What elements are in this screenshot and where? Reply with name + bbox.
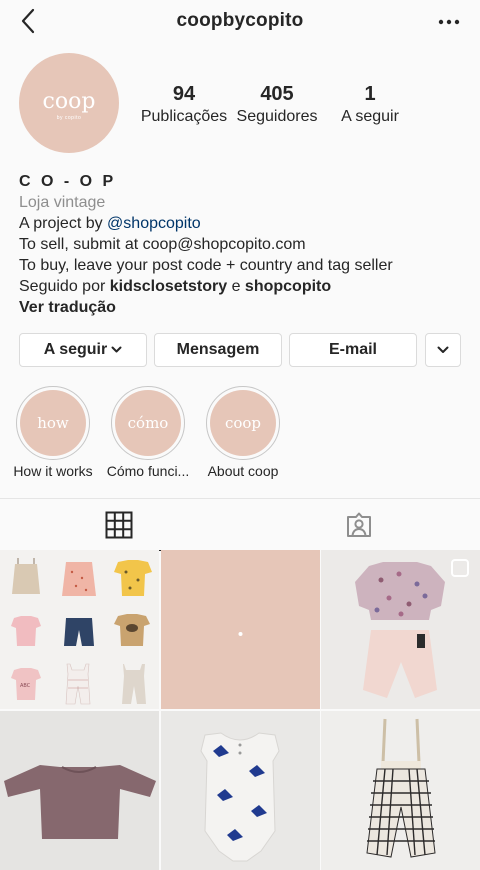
suggested-accounts-button[interactable] <box>425 333 461 367</box>
following-button[interactable]: A seguir <box>19 333 147 367</box>
highlight-ring: how <box>16 386 90 460</box>
followers-count-value: 405 <box>260 83 294 105</box>
following-count-value: 1 <box>364 83 376 105</box>
followed-by-user-2: shopcopito <box>244 278 332 295</box>
highlight-how-it-works[interactable]: how How it works <box>5 386 101 479</box>
profile-display-name: C O - O P <box>19 173 117 190</box>
chevron-down-icon <box>437 346 449 353</box>
see-translation-link[interactable]: Ver tradução <box>19 297 469 318</box>
bio-mention-link[interactable]: @shopcopito <box>107 215 201 232</box>
profile-tabs <box>0 498 480 551</box>
highlight-ring: cómo <box>111 386 185 460</box>
highlight-cover: cómo <box>115 390 181 456</box>
post-thumbnail[interactable] <box>321 550 480 709</box>
highlight-caption: Cómo funci... <box>106 463 190 479</box>
posts-count[interactable]: 94 Publicações <box>138 82 230 127</box>
highlight-caption: How it works <box>13 463 93 479</box>
profile-category: Loja vintage <box>19 194 106 211</box>
profile-avatar[interactable]: coop by copito <box>19 53 119 153</box>
floral-outfit-image <box>355 559 469 698</box>
post-thumbnail[interactable] <box>161 711 320 870</box>
message-button[interactable]: Mensagem <box>154 333 282 367</box>
following-button-label: A seguir <box>43 341 108 358</box>
svg-text:ABC: ABC <box>20 683 31 689</box>
bio-line-sell: To sell, submit at coop@shopcopito.com <box>19 236 306 253</box>
tab-posts-grid[interactable] <box>0 499 240 551</box>
more-options-icon[interactable] <box>434 9 464 35</box>
check-overalls-image <box>366 718 436 858</box>
avatar-logo-text: coop <box>42 89 96 114</box>
post-thumbnail[interactable]: ABC <box>0 550 159 709</box>
avatar-logo-subtext: by copito <box>56 115 82 121</box>
followed-by[interactable]: Seguido por kidsclosetstory e shopcopito <box>19 276 469 297</box>
profile-bio: C O - O P Loja vintage A project by @sho… <box>19 171 469 318</box>
chevron-down-icon <box>111 346 122 353</box>
tagged-person-icon <box>347 512 371 537</box>
ribbon-bodysuit-image <box>200 732 280 862</box>
pink-placeholder-image <box>238 632 243 636</box>
post-thumbnail[interactable] <box>321 711 480 870</box>
profile-username: coopbycopito <box>176 10 304 31</box>
posts-count-value: 94 <box>172 83 196 105</box>
bio-line-project-text: A project by <box>19 215 108 232</box>
top-bar: coopbycopito <box>0 0 480 44</box>
followed-by-user-1: kidsclosetstory <box>109 278 228 295</box>
post-thumbnail[interactable] <box>0 711 159 870</box>
grid-icon <box>105 511 133 539</box>
followers-count[interactable]: 405 Seguidores <box>232 82 322 127</box>
following-count[interactable]: 1 A seguir <box>334 82 406 127</box>
clothing-collage-image: ABC <box>11 558 152 705</box>
highlight-ring: coop <box>206 386 280 460</box>
bio-line-project: A project by @shopcopito <box>19 213 469 234</box>
posts-count-label: Publicações <box>140 108 228 125</box>
bio-line-buy: To buy, leave your post code + country a… <box>19 257 393 274</box>
highlight-about-coop[interactable]: coop About coop <box>195 386 291 479</box>
highlight-caption: About coop <box>207 463 279 479</box>
mauve-top-image <box>4 765 156 839</box>
email-button[interactable]: E-mail <box>289 333 417 367</box>
highlight-como-funciona[interactable]: cómo Cómo funci... <box>100 386 196 479</box>
following-count-label: A seguir <box>341 108 399 125</box>
tab-tagged[interactable] <box>240 499 480 551</box>
followed-by-joiner: e <box>227 278 245 295</box>
followed-by-prefix: Seguido por <box>19 278 110 295</box>
followers-count-label: Seguidores <box>236 108 318 125</box>
highlight-cover: coop <box>210 390 276 456</box>
post-thumbnail[interactable] <box>161 550 320 709</box>
highlight-cover: how <box>20 390 86 456</box>
